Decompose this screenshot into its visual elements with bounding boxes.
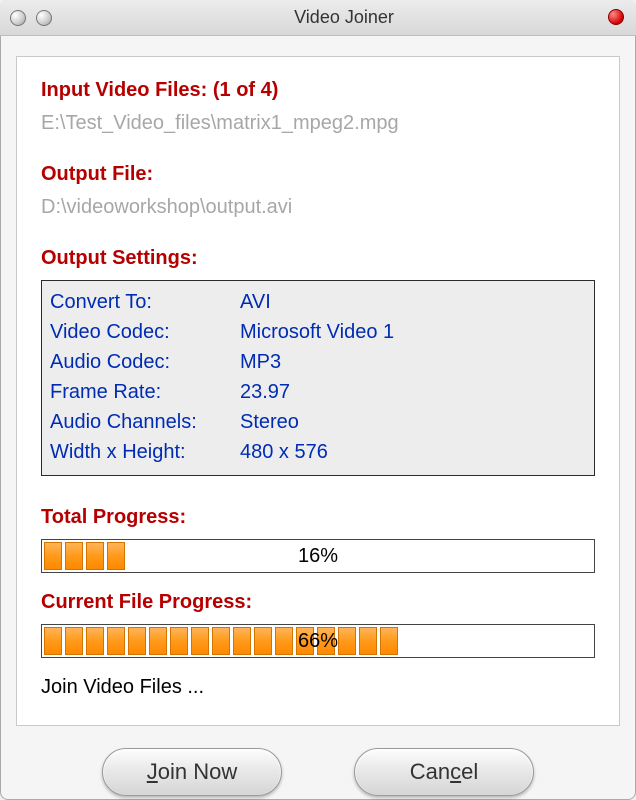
titlebar: Video Joiner [0, 0, 636, 36]
setting-row: Audio Channels:Stereo [50, 407, 586, 437]
window-button-1-icon[interactable] [10, 10, 26, 26]
input-file-path: E:\Test_Video_files\matrix1_mpeg2.mpg [41, 112, 595, 135]
input-files-label: Input Video Files: [41, 79, 207, 101]
current-progress-heading: Current File Progress: [41, 591, 595, 614]
cancel-button[interactable]: Cancel [354, 748, 534, 796]
output-settings-box: Convert To:AVI Video Codec:Microsoft Vid… [41, 280, 595, 476]
current-progress-percent: 66% [42, 630, 594, 653]
close-icon[interactable] [608, 9, 624, 25]
setting-row: Frame Rate:23.97 [50, 377, 586, 407]
input-files-heading: Input Video Files: (1 of 4) [41, 79, 595, 102]
window-button-2-icon[interactable] [36, 10, 52, 26]
main-panel: Input Video Files: (1 of 4) E:\Test_Vide… [16, 56, 620, 726]
output-settings-heading: Output Settings: [41, 247, 595, 270]
window-title: Video Joiner [52, 7, 636, 28]
app-window: Video Joiner Input Video Files: (1 of 4)… [0, 0, 636, 800]
setting-row: Video Codec:Microsoft Video 1 [50, 317, 586, 347]
total-progress-heading: Total Progress: [41, 506, 595, 529]
setting-row: Width x Height:480 x 576 [50, 437, 586, 467]
status-text: Join Video Files ... [41, 676, 595, 699]
output-file-heading: Output File: [41, 163, 595, 186]
input-files-count: (1 of 4) [213, 79, 279, 101]
current-progress-bar: 66% [41, 624, 595, 658]
setting-row: Convert To:AVI [50, 287, 586, 317]
join-now-button[interactable]: Join Now [102, 748, 282, 796]
total-progress-bar: 16% [41, 539, 595, 573]
button-row: Join Now Cancel [0, 748, 636, 796]
total-progress-percent: 16% [42, 545, 594, 568]
output-file-path: D:\videoworkshop\output.avi [41, 196, 595, 219]
setting-row: Audio Codec:MP3 [50, 347, 586, 377]
